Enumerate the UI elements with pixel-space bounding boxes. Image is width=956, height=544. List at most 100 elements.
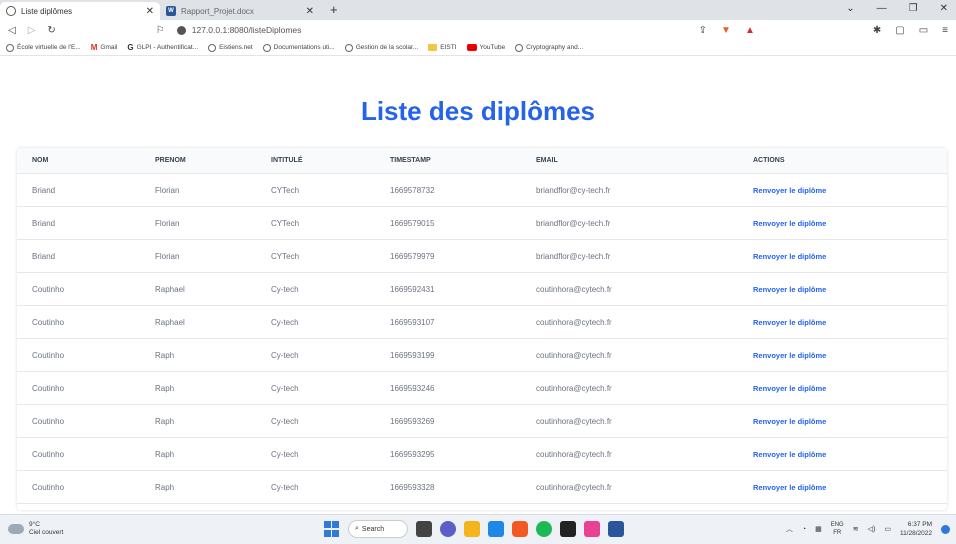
- gmail-icon: M: [90, 43, 98, 52]
- table-row: Briand Florian CYTech 1669578732 briandflor@…: [17, 174, 947, 207]
- site-info-icon[interactable]: [176, 25, 186, 35]
- resend-diploma-link[interactable]: Renvoyer le diplôme: [753, 219, 826, 228]
- app-icon[interactable]: [560, 521, 576, 537]
- cell-prenom: Florian: [155, 185, 180, 195]
- resend-diploma-link[interactable]: Renvoyer le diplôme: [753, 417, 826, 426]
- clock-time: 6:37 PM: [907, 521, 932, 528]
- file-explorer-icon[interactable]: [464, 521, 480, 537]
- resend-diploma-link[interactable]: Renvoyer le diplôme: [753, 285, 826, 294]
- cell-intitule: Cy-tech: [271, 449, 299, 459]
- bookmark-label: GLPI - Authentificat...: [136, 44, 199, 51]
- cell-email: coutinhora@cytech.fr: [536, 284, 612, 294]
- brave-shield-icon[interactable]: ▼: [721, 25, 731, 36]
- column-header-timestamp: TIMESTAMP: [390, 157, 431, 164]
- toolbar-right: ⇪ ▼ ▲ ✱ ▢ ▭ ≡: [699, 20, 956, 40]
- bookmark-documentations[interactable]: Documentations uti...: [262, 43, 335, 52]
- forward-icon[interactable]: ▷: [28, 25, 36, 36]
- weather-widget[interactable]: 9°C Ciel couvert: [8, 521, 63, 537]
- bookmark-gmail[interactable]: M Gmail: [91, 43, 118, 52]
- chevron-up-icon[interactable]: ︿: [786, 524, 793, 534]
- resend-diploma-link[interactable]: Renvoyer le diplôme: [753, 384, 826, 393]
- cell-nom: Briand: [32, 218, 56, 228]
- weather-text: 9°C Ciel couvert: [29, 521, 63, 537]
- bookmark-label: Gestion de la scolar...: [355, 44, 419, 51]
- minimize-button[interactable]: —: [877, 3, 887, 14]
- share-icon[interactable]: ⇪: [699, 25, 707, 36]
- maximize-button[interactable]: ❐: [909, 3, 918, 14]
- weather-desc: Ciel couvert: [29, 529, 64, 536]
- task-view-icon[interactable]: [416, 521, 432, 537]
- globe-icon: [262, 43, 271, 52]
- bookmark-ecole-virtuelle[interactable]: École virtuelle de l'E...: [6, 43, 81, 52]
- bookmark-label: Cryptography and...: [526, 44, 584, 51]
- table-header: NOM PRENOM INTITULÉ TIMESTAMP EMAIL ACTI…: [17, 148, 947, 174]
- bookmark-eisti[interactable]: EISTI: [428, 44, 457, 51]
- word-icon[interactable]: [608, 521, 624, 537]
- resend-diploma-link[interactable]: Renvoyer le diplôme: [753, 450, 826, 459]
- clock[interactable]: 6:37 PM 11/28/2022: [900, 520, 932, 538]
- brave-browser-icon[interactable]: [512, 521, 528, 537]
- app-icon[interactable]: [584, 521, 600, 537]
- vscode-icon[interactable]: [488, 521, 504, 537]
- tab-rapport-projet[interactable]: W Rapport_Projet.docx ✕: [160, 2, 320, 20]
- spotify-icon[interactable]: [536, 521, 552, 537]
- cell-timestamp: 1669593295: [390, 449, 435, 459]
- tray-icon[interactable]: ◔: [802, 526, 806, 533]
- table-row: Coutinho Raph Cy-tech 1669593246 coutinhora@…: [17, 372, 947, 405]
- wifi-icon[interactable]: ≋: [853, 525, 859, 533]
- teams-chat-icon[interactable]: [440, 521, 456, 537]
- globe-icon: [208, 43, 217, 52]
- browser-tab-strip: Liste diplômes ✕ W Rapport_Projet.docx ✕…: [0, 0, 956, 20]
- cell-nom: Coutinho: [32, 350, 65, 360]
- volume-icon[interactable]: ◁): [868, 525, 876, 533]
- cell-intitule: Cy-tech: [271, 284, 299, 294]
- cell-intitule: Cy-tech: [271, 416, 299, 426]
- bookmark-cryptography[interactable]: Cryptography and...: [515, 43, 584, 52]
- cell-timestamp: 1669593199: [390, 350, 435, 360]
- table-row: Coutinho Raph Cy-tech 1669593269 coutinhora@…: [17, 405, 947, 438]
- resend-diploma-link[interactable]: Renvoyer le diplôme: [753, 252, 826, 261]
- tab-search-icon[interactable]: ⌄: [846, 3, 854, 14]
- close-icon[interactable]: ✕: [146, 6, 154, 17]
- bookmark-eistiens[interactable]: Eistiens.net: [208, 43, 253, 52]
- menu-icon[interactable]: ≡: [942, 25, 948, 36]
- weather-temp: 9°C: [29, 521, 40, 528]
- g-icon: G: [127, 43, 134, 52]
- sidebar-icon[interactable]: ▢: [895, 25, 904, 36]
- close-window-button[interactable]: ✕: [940, 3, 948, 14]
- resend-diploma-link[interactable]: Renvoyer le diplôme: [753, 318, 826, 327]
- tab-title: Rapport_Projet.docx: [181, 6, 254, 16]
- cell-intitule: Cy-tech: [271, 317, 299, 327]
- cell-nom: Coutinho: [32, 416, 65, 426]
- url-field[interactable]: 127.0.0.1:8080/listeDiplomes: [176, 25, 301, 35]
- brave-rewards-icon[interactable]: ▲: [745, 25, 755, 36]
- column-header-prenom: PRENOM: [155, 157, 186, 164]
- table-row: Briand Florian CYTech 1669579979 briandflor@…: [17, 240, 947, 273]
- windows-start-icon[interactable]: [324, 521, 340, 537]
- tray-icon[interactable]: ▦: [815, 525, 822, 533]
- bookmark-glpi[interactable]: G GLPI - Authentificat...: [127, 43, 198, 52]
- extensions-icon[interactable]: ✱: [873, 25, 881, 36]
- resend-diploma-link[interactable]: Renvoyer le diplôme: [753, 351, 826, 360]
- notification-icon[interactable]: [941, 524, 950, 534]
- cell-email: coutinhora@cytech.fr: [536, 482, 612, 492]
- tab-liste-diplomes[interactable]: Liste diplômes ✕: [0, 2, 160, 20]
- taskbar-search[interactable]: ⌕ Search: [348, 520, 408, 538]
- back-icon[interactable]: ◁: [8, 25, 16, 36]
- column-header-nom: NOM: [32, 157, 49, 164]
- cell-timestamp: 1669593328: [390, 482, 435, 492]
- close-icon[interactable]: ✕: [306, 6, 314, 17]
- bookmark-icon[interactable]: ⚐: [156, 25, 165, 36]
- bookmark-gestion-scolarite[interactable]: Gestion de la scolar...: [344, 43, 419, 52]
- column-header-actions: ACTIONS: [753, 157, 785, 164]
- cell-email: coutinhora@cytech.fr: [536, 383, 612, 393]
- battery-icon[interactable]: ▭: [884, 525, 891, 533]
- resend-diploma-link[interactable]: Renvoyer le diplôme: [753, 186, 826, 195]
- wallet-icon[interactable]: ▭: [919, 25, 928, 36]
- resend-diploma-link[interactable]: Renvoyer le diplôme: [753, 483, 826, 492]
- reload-icon[interactable]: ↻: [47, 25, 55, 36]
- language-indicator[interactable]: ENG FR: [831, 521, 844, 537]
- bookmark-youtube[interactable]: YouTube: [466, 44, 505, 51]
- new-tab-button[interactable]: +: [330, 2, 338, 17]
- globe-icon: [6, 43, 14, 52]
